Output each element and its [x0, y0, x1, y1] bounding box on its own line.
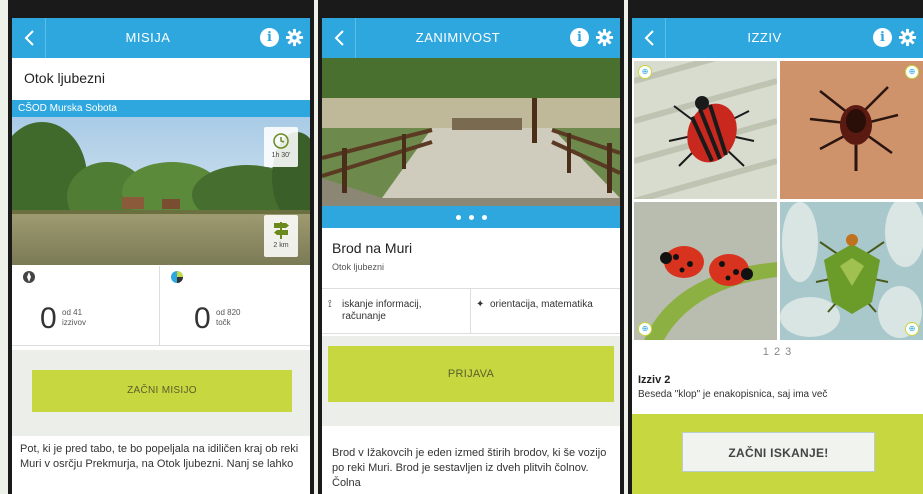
duration-badge: 1h 30' [264, 127, 298, 167]
compass-icon: ⊕ [905, 322, 919, 336]
phone-frame-mission: MISIJA i Otok ljubezni CŠOD Murska Sobot… [8, 0, 314, 494]
info-icon[interactable]: i [260, 28, 279, 47]
gear-icon[interactable] [285, 28, 304, 52]
back-button[interactable] [632, 18, 666, 58]
screen-title: MISIJA [125, 30, 171, 45]
chevron-left-icon [334, 30, 344, 46]
clock-icon [273, 133, 289, 149]
top-bar: IZZIV i [632, 18, 923, 58]
screen-title: IZZIV [747, 30, 782, 45]
fact-title: Brod na Muri [332, 240, 413, 256]
fact-description: Brod v Ižakovcih je eden izmed štirih br… [332, 447, 607, 489]
pie-chart-icon [171, 271, 183, 283]
compass-icon: ⊕ [905, 65, 919, 79]
mission-screen: MISIJA i Otok ljubezni CŠOD Murska Sobot… [12, 18, 310, 494]
compass-icon [23, 271, 35, 283]
mission-stats: 0 od 41 izzivov 0 od 820 točk [12, 266, 310, 346]
skill-tag-information: ⟟ iskanje informacij, računanje [328, 299, 422, 322]
screen-title: ZANIMIVOST [415, 30, 501, 45]
compass-icon: ⊕ [638, 65, 652, 79]
mission-description: Pot, ki je pred tabo, te bo popeljala na… [20, 443, 299, 470]
answer-tile-shield-bug[interactable]: ⊕ [780, 202, 923, 340]
info-icon[interactable]: i [873, 28, 892, 47]
answer-tile-ladybugs[interactable]: ⊕ [634, 202, 777, 340]
answer-tile-tick[interactable]: ⊕ [780, 61, 923, 199]
challenges-stat: 0 od 41 izzivov [12, 266, 160, 346]
gear-icon[interactable] [595, 28, 614, 52]
distance-badge: 2 km [264, 215, 298, 257]
phone-frame-fact: ZANIMIVOST i Brod na Muri Otok ljubezni … [318, 0, 624, 494]
antenna-icon: ⟟ [328, 299, 332, 310]
chevron-left-icon [644, 30, 654, 46]
challenges-count: 0 [40, 302, 57, 335]
pin-icon: ✦ [476, 299, 485, 310]
page-indicator[interactable]: 1 2 3 [632, 346, 923, 358]
back-button[interactable] [12, 18, 46, 58]
compass-icon: ⊕ [638, 322, 652, 336]
fact-screen: ZANIMIVOST i Brod na Muri Otok ljubezni … [322, 18, 620, 494]
points-stat: 0 od 820 točk [160, 266, 310, 346]
skill-tag-orientation: ✦ orientacija, matematika [476, 299, 593, 310]
carousel-indicator[interactable] [322, 206, 620, 228]
signup-button[interactable]: PRIJAVA [328, 346, 614, 402]
gear-icon[interactable] [898, 28, 917, 52]
challenge-screen: IZZIV i ⊕ ⊕ ⊕ ⊕ 1 2 3 Izziv 2 Beseda "kl… [632, 18, 923, 494]
skill-tags: ⟟ iskanje informacij, računanje ✦ orientac… [322, 288, 620, 334]
start-search-button[interactable]: ZAČNI ISKANJE! [682, 432, 875, 472]
start-mission-button[interactable]: ZAČNI MISIJO [32, 370, 292, 412]
distance-text: 2 km [273, 242, 289, 249]
challenge-text: Beseda "klop" je enakopisnica, saj ima v… [638, 389, 828, 400]
mission-photo: 1h 30' 2 km [12, 117, 310, 265]
points-count: 0 [194, 302, 211, 335]
fact-subtitle: Otok ljubezni [332, 262, 385, 272]
top-bar: ZANIMIVOST i [322, 18, 620, 58]
ferry-photo [322, 58, 620, 206]
school-label: CŠOD Murska Sobota [12, 100, 310, 117]
mission-name: Otok ljubezni [24, 70, 105, 86]
back-button[interactable] [322, 18, 356, 58]
signpost-icon [274, 222, 289, 239]
top-bar: MISIJA i [12, 18, 310, 58]
challenges-label: od 41 izzivov [62, 308, 87, 327]
phone-frame-challenge: IZZIV i ⊕ ⊕ ⊕ ⊕ 1 2 3 Izziv 2 Beseda "kl… [628, 0, 923, 494]
challenge-heading: Izziv 2 [638, 374, 671, 386]
info-icon[interactable]: i [570, 28, 589, 47]
points-label: od 820 točk [216, 308, 241, 327]
duration-text: 1h 30' [271, 152, 291, 159]
answer-tile-striped-bug[interactable]: ⊕ [634, 61, 777, 199]
chevron-left-icon [24, 30, 34, 46]
